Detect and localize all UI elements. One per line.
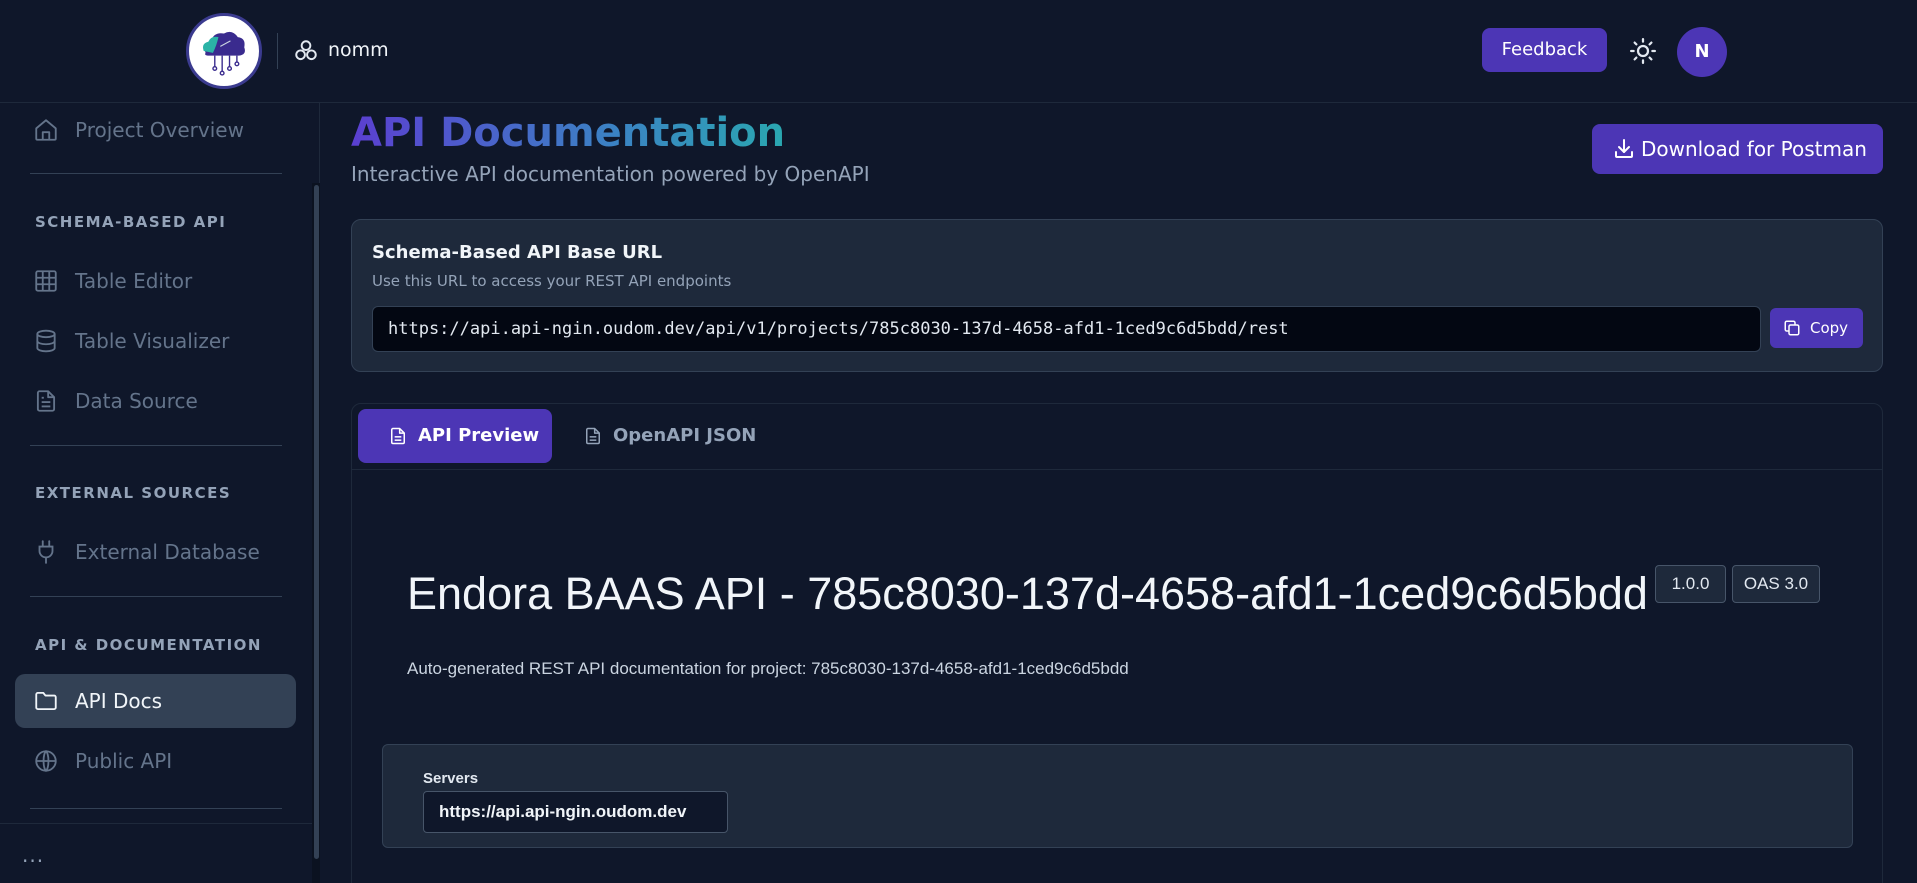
sun-icon[interactable] [1628,36,1658,66]
section-title-api-docs: API & DOCUMENTATION [35,636,262,654]
sidebar-item-external-database[interactable]: External Database [15,525,296,579]
top-header: nomm Feedback N [0,0,1917,103]
swagger-api-title: Endora BAAS API - 785c8030-137d-4658-afd… [407,568,1648,619]
api-docs-panel: API Preview OpenAPI JSON Endora BAAS API… [351,403,1883,883]
version-badge: 1.0.0 [1655,565,1726,603]
servers-select[interactable]: https://api.api-ngin.oudom.dev [423,791,728,833]
sidebar-item-public-api[interactable]: Public API [15,734,296,788]
sidebar-item-label: Table Editor [75,269,193,293]
sidebar-item-label: Table Visualizer [75,329,230,353]
copy-button[interactable]: Copy [1770,308,1863,348]
home-icon [33,117,59,143]
globe-icon [33,748,59,774]
sidebar-item-label: External Database [75,540,260,564]
sidebar-divider [30,173,282,174]
servers-label: Servers [423,770,479,787]
tab-api-preview[interactable]: API Preview [358,409,552,463]
download-postman-button[interactable]: Download for Postman [1592,124,1883,174]
sidebar-item-label: Public API [75,749,173,773]
sidebar-item-table-visualizer[interactable]: Table Visualizer [15,314,296,368]
sidebar: Project Overview SCHEMA-BASED API Table … [0,103,320,883]
user-avatar[interactable]: N [1677,27,1727,77]
sidebar-item-label: API Docs [75,689,163,713]
header-divider [277,33,278,69]
tab-openapi-json[interactable]: OpenAPI JSON [577,409,767,463]
download-icon [1612,137,1636,161]
database-icon [33,328,59,354]
sidebar-item-label: Data Source [75,389,198,413]
tab-label: API Preview [418,425,540,446]
base-url-card: Schema-Based API Base URL Use this URL t… [351,219,1883,372]
page-subtitle: Interactive API documentation powered by… [351,162,870,186]
base-url-field[interactable]: https://api.api-ngin.oudom.dev/api/v1/pr… [372,306,1761,352]
sidebar-divider [30,808,282,809]
file-text-icon [583,425,603,447]
copy-label: Copy [1810,319,1849,337]
download-postman-label: Download for Postman [1641,137,1867,161]
copy-icon [1783,319,1801,337]
plug-icon [33,539,59,565]
organization-name[interactable]: nomm [328,38,389,62]
organization-icon [293,38,319,64]
cloud-logo-icon[interactable] [186,13,262,89]
feedback-button[interactable]: Feedback [1482,28,1607,72]
oas-badge: OAS 3.0 [1732,565,1820,603]
sidebar-divider [30,445,282,446]
section-title-schema: SCHEMA-BASED API [35,213,227,231]
page-title: API Documentation [351,110,786,156]
sidebar-divider [30,596,282,597]
tab-label: OpenAPI JSON [613,425,757,446]
sidebar-item-project-overview[interactable]: Project Overview [15,103,296,157]
folder-icon [33,688,59,714]
base-url-title: Schema-Based API Base URL [372,242,663,263]
sidebar-footer-border [0,823,312,824]
more-options-icon[interactable]: ... [22,843,44,867]
swagger-api-description: Auto-generated REST API documentation fo… [407,659,1129,678]
servers-section: Servers https://api.api-ngin.oudom.dev [382,744,1853,848]
sidebar-item-label: Project Overview [75,118,244,142]
tabs-bar: API Preview OpenAPI JSON [352,404,1882,470]
table-grid-icon [33,268,59,294]
sidebar-item-table-editor[interactable]: Table Editor [15,254,296,308]
file-text-icon [388,425,408,447]
sidebar-item-api-docs[interactable]: API Docs [15,674,296,728]
section-title-external: EXTERNAL SOURCES [35,484,232,502]
base-url-description: Use this URL to access your REST API end… [372,272,732,290]
sidebar-item-data-source[interactable]: Data Source [15,374,296,428]
file-text-icon [33,388,59,414]
sidebar-scrollbar-thumb[interactable] [314,185,319,859]
